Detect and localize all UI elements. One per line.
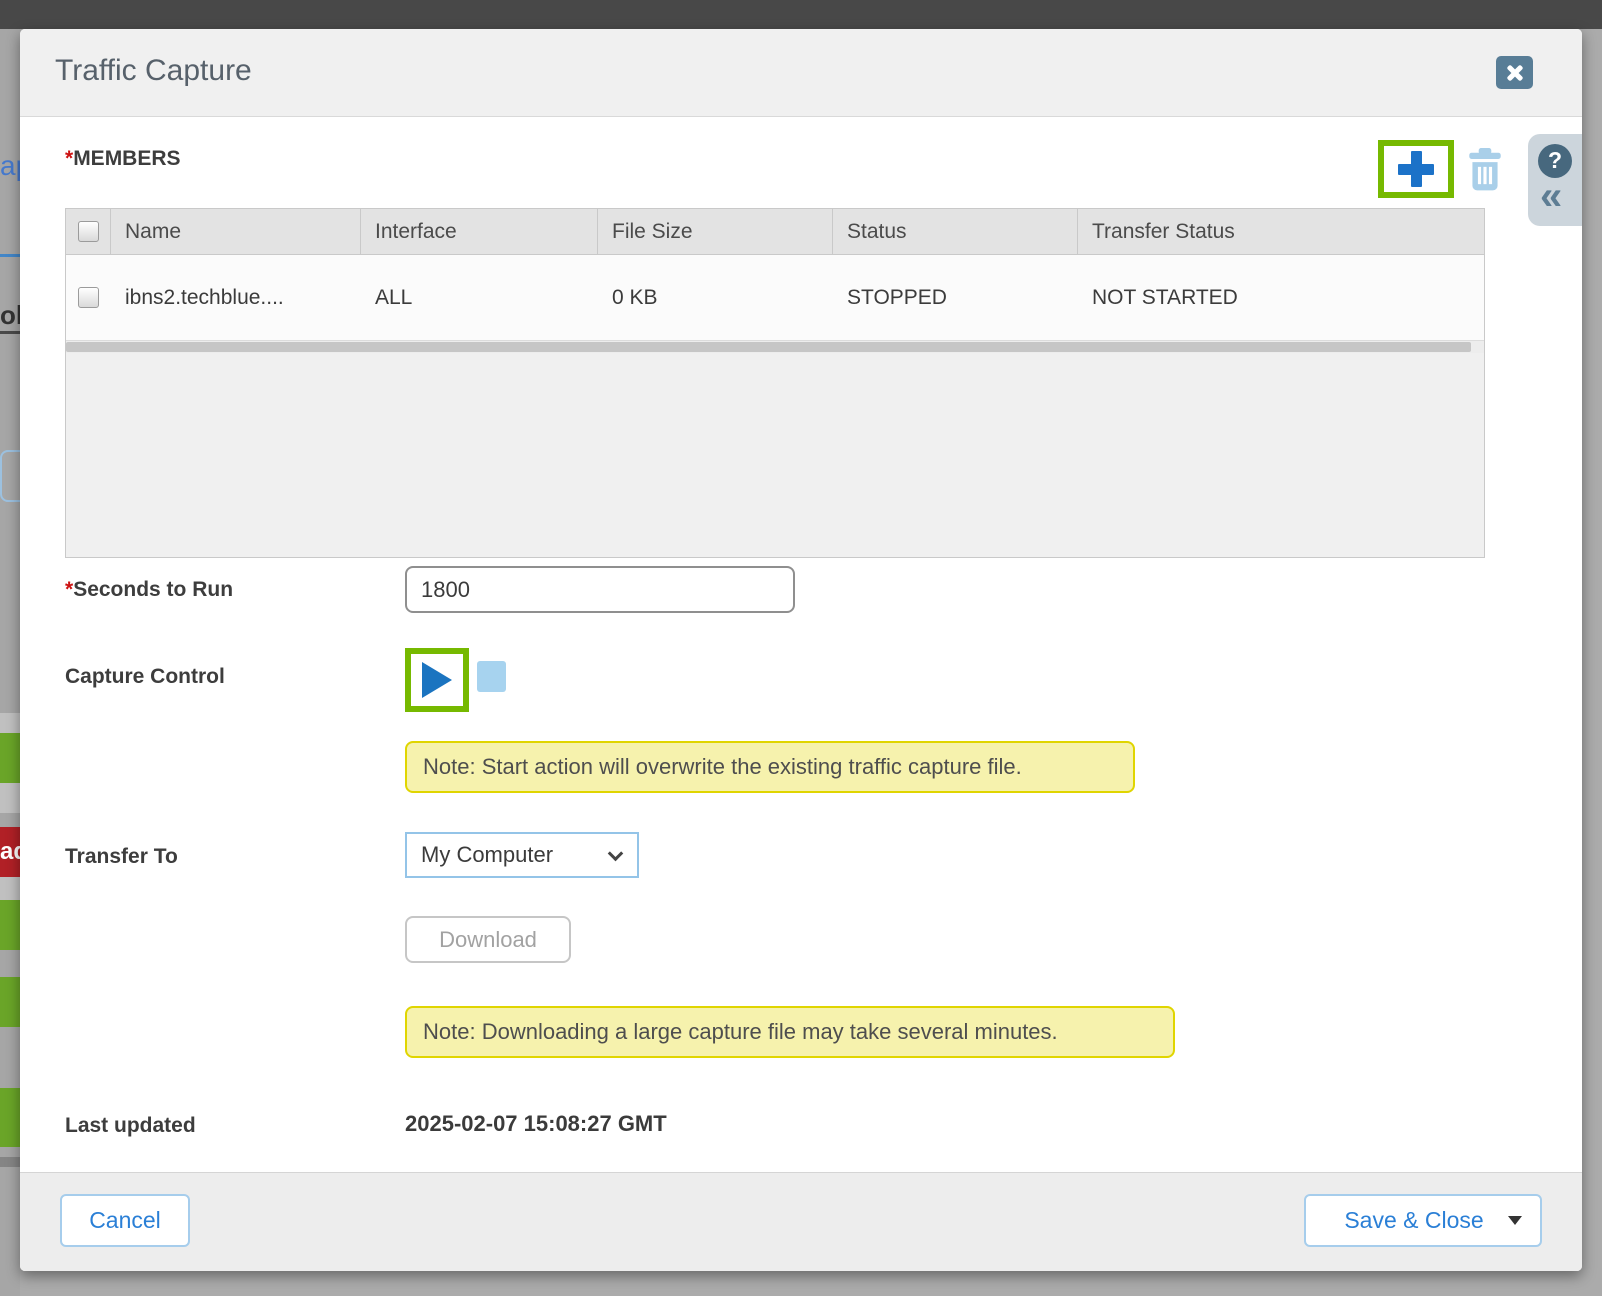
background-row-band [0,713,20,733]
table-header-row: Name Interface File Size Status Transfer… [66,209,1484,255]
cell-interface: ALL [361,255,598,340]
save-close-label: Save & Close [1306,1207,1508,1234]
side-panel-tab: ? « [1528,134,1582,226]
horizontal-scrollbar-thumb[interactable] [66,342,1471,352]
required-marker: * [65,578,73,601]
save-close-button[interactable]: Save & Close [1304,1194,1542,1247]
background-button-fragment [0,450,20,502]
background-status-green [0,900,20,950]
help-icon[interactable]: ? [1538,144,1572,178]
transfer-to-select[interactable]: My Computer [405,832,639,878]
chevron-down-icon [608,846,624,862]
start-capture-icon[interactable] [422,662,452,698]
cell-status: STOPPED [833,255,1078,340]
highlight-box-add [1378,140,1454,198]
column-header-name[interactable]: Name [111,209,361,254]
background-window-titlebar [0,0,1602,29]
row-checkbox[interactable] [78,287,99,308]
download-button[interactable]: Download [405,916,571,963]
save-options-caret-icon[interactable] [1508,1216,1522,1225]
seconds-to-run-label: *Seconds to Run [65,578,233,602]
traffic-capture-dialog: Traffic Capture *MEMBERS [20,29,1582,1271]
background-status-green [0,733,20,783]
cell-name: ibns2.techblue.... [111,255,361,340]
capture-control-label: Capture Control [65,665,225,689]
background-status-green [0,977,20,1027]
members-section-label: *MEMBERS [65,147,181,171]
background-row-band [0,783,20,813]
close-icon[interactable] [1496,56,1533,89]
members-label-text: MEMBERS [73,147,180,170]
background-link-fragment: ap [0,150,20,182]
background-divider-fragment [0,254,20,257]
screen-backdrop: ap ol ad Traffic Capture *MEMBERS [0,0,1602,1296]
background-page-strip: ap ol ad [0,29,20,1296]
table-row[interactable]: ibns2.techblue.... ALL 0 KB STOPPED NOT … [66,255,1484,341]
members-table: Name Interface File Size Status Transfer… [65,208,1485,558]
dialog-header: Traffic Capture [20,29,1582,117]
delete-member-icon[interactable] [1466,148,1504,192]
column-header-file-size[interactable]: File Size [598,209,833,254]
horizontal-scrollbar [66,341,1484,353]
collapse-panel-icon[interactable]: « [1540,174,1562,219]
column-header-interface[interactable]: Interface [361,209,598,254]
background-status-red: ad [0,827,20,877]
cell-file-size: 0 KB [598,255,833,340]
background-status-green [0,1088,20,1147]
seconds-to-run-label-text: Seconds to Run [73,578,233,601]
last-updated-label: Last updated [65,1114,196,1138]
download-note: Note: Downloading a large capture file m… [405,1006,1175,1058]
background-tab-fragment: ol [0,300,20,334]
transfer-to-value: My Computer [421,842,553,868]
dialog-title: Traffic Capture [55,54,252,88]
row-checkbox-cell [66,255,111,340]
stop-capture-icon[interactable] [477,661,506,692]
cancel-button[interactable]: Cancel [60,1194,190,1247]
background-row-band [0,877,20,900]
required-marker: * [65,147,73,170]
start-note: Note: Start action will overwrite the ex… [405,741,1135,793]
dialog-footer: Cancel Save & Close [20,1172,1582,1271]
add-member-icon[interactable] [1396,149,1436,189]
background-row-band [0,1157,20,1167]
seconds-to-run-input[interactable] [405,566,795,613]
select-all-checkbox[interactable] [78,221,99,242]
column-header-status[interactable]: Status [833,209,1078,254]
cell-transfer-status: NOT STARTED [1078,255,1484,340]
column-header-transfer-status[interactable]: Transfer Status [1078,209,1484,254]
last-updated-value: 2025-02-07 15:08:27 GMT [405,1111,667,1137]
table-header-checkbox-cell [66,209,111,254]
highlight-box-play [405,648,469,712]
transfer-to-label: Transfer To [65,845,178,869]
